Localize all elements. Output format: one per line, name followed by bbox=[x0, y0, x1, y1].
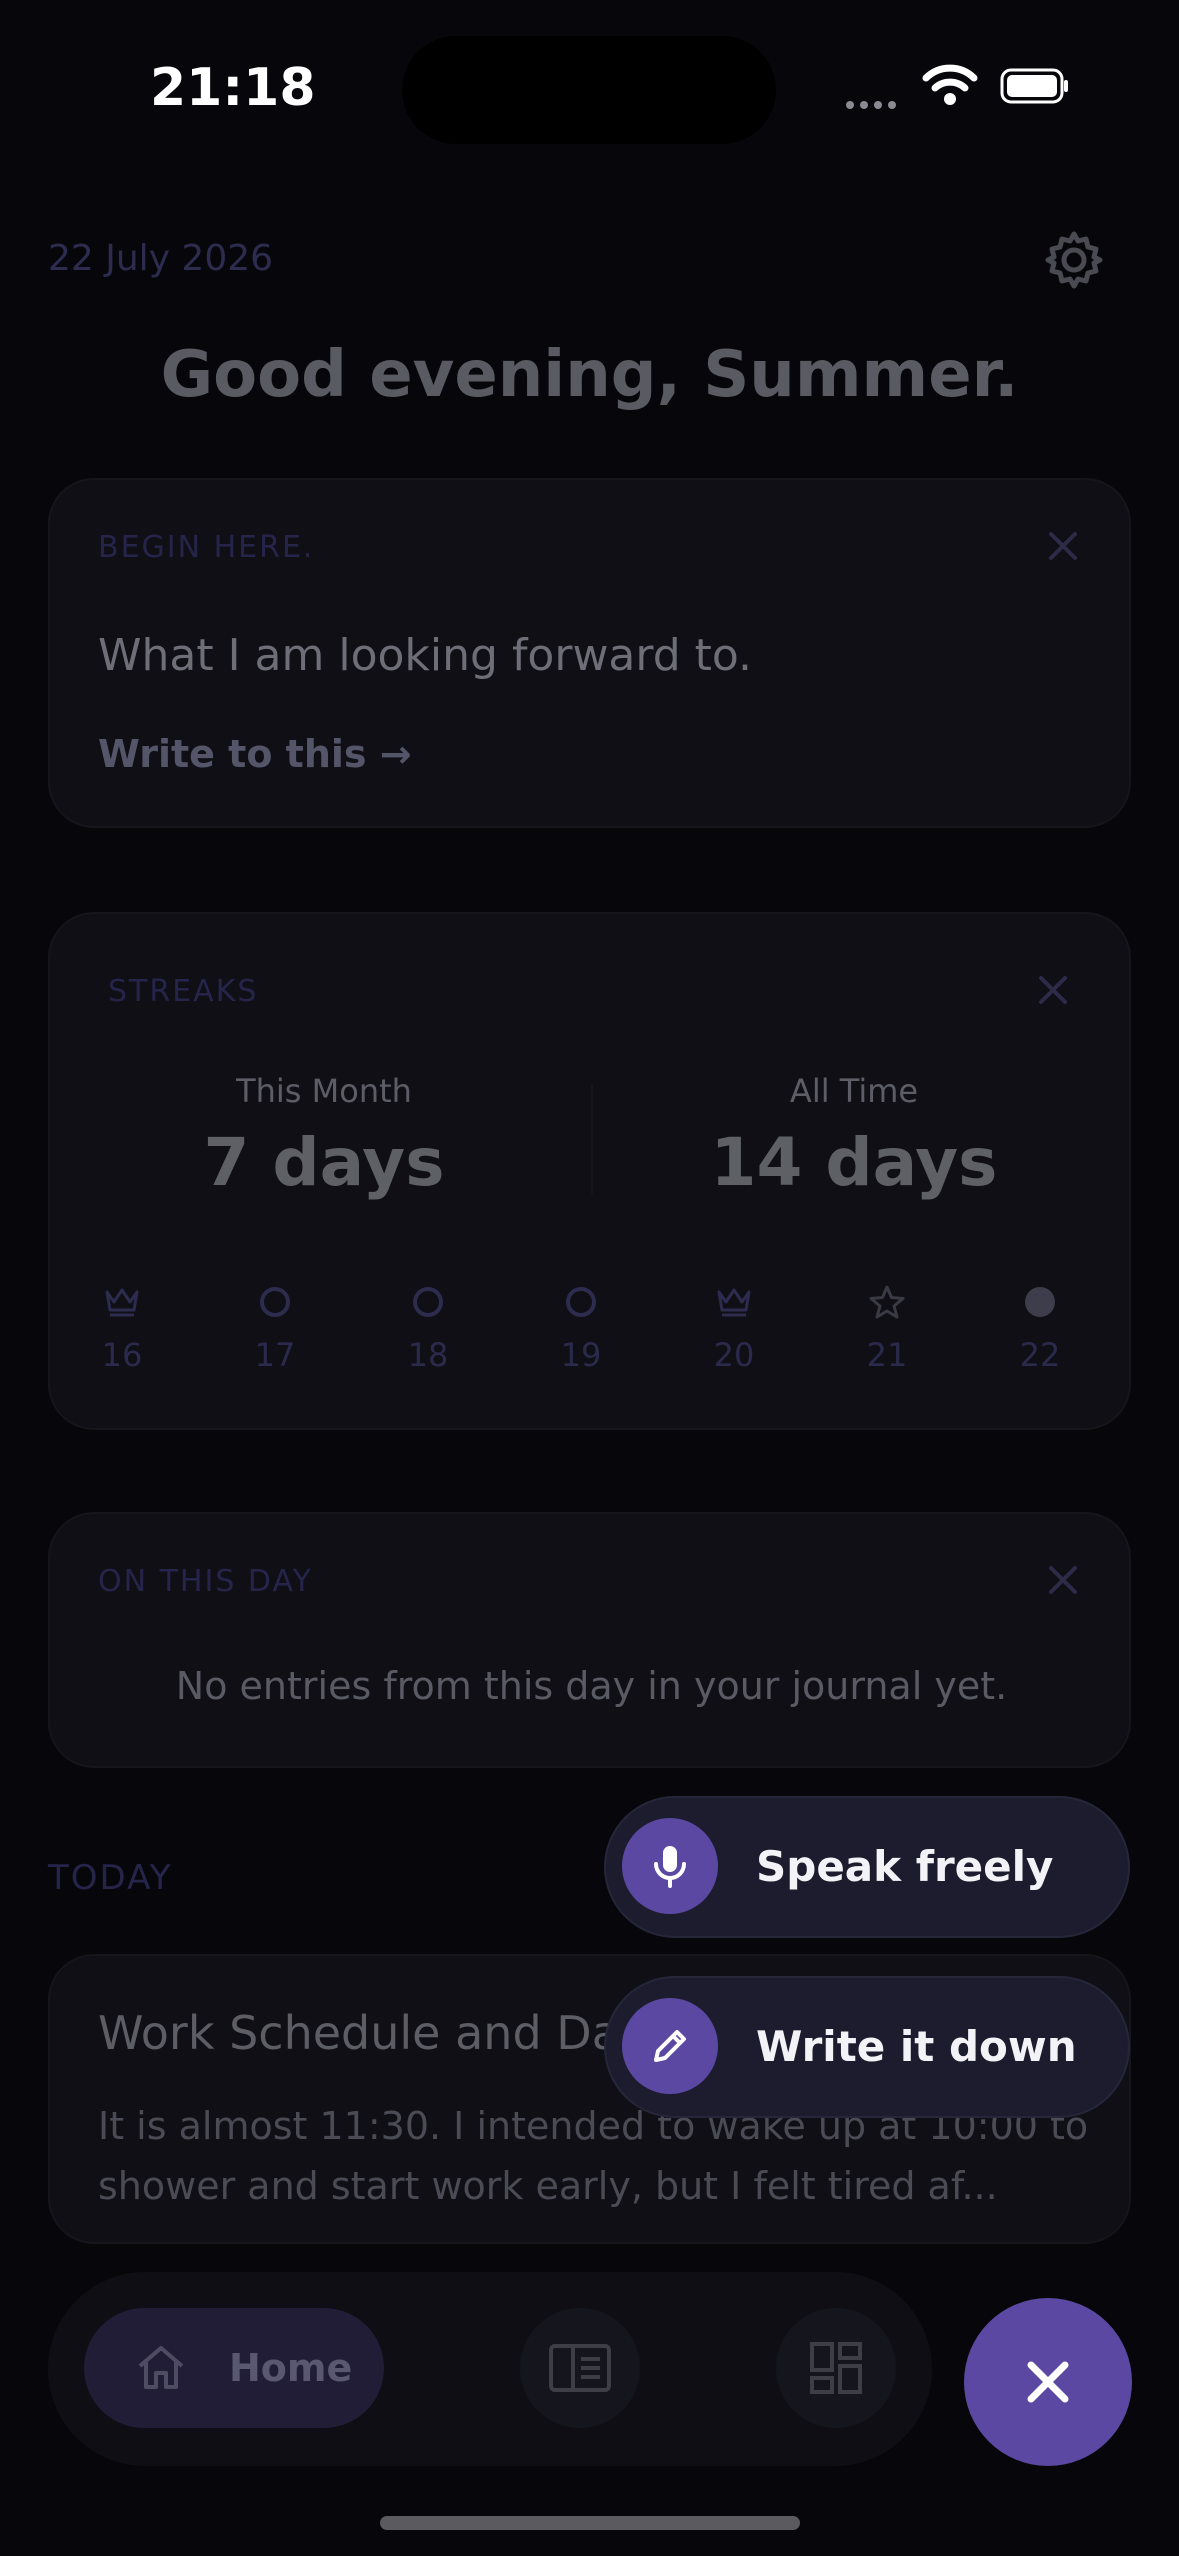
book-icon bbox=[549, 2344, 611, 2392]
streak-all-time: All Time 14 days bbox=[664, 1072, 1044, 1201]
write-it-down-label: Write it down bbox=[756, 2022, 1077, 2071]
streak-day-number: 22 bbox=[1019, 1336, 1061, 1374]
today-section-label: TODAY bbox=[48, 1858, 173, 1898]
dashboard-icon bbox=[810, 2342, 862, 2394]
home-icon bbox=[138, 2346, 184, 2389]
write-to-this-link[interactable]: Write to this → bbox=[98, 732, 412, 776]
circle-outline-icon bbox=[566, 1287, 596, 1317]
star-icon bbox=[869, 1285, 905, 1319]
on-this-day-empty-text: No entries from this day in your journal… bbox=[175, 1664, 1008, 1708]
streaks-card: STREAKS This Month 7 days All Time 14 da… bbox=[48, 912, 1131, 1430]
streak-this-month-label: This Month bbox=[236, 1072, 412, 1110]
streak-day: 21 bbox=[847, 1282, 927, 1374]
microphone-icon bbox=[622, 1818, 718, 1914]
circle-outline-icon bbox=[413, 1287, 443, 1317]
streak-all-time-value: 14 days bbox=[710, 1124, 998, 1201]
close-icon[interactable] bbox=[1035, 972, 1071, 1008]
prompt-card-label: BEGIN HERE. bbox=[98, 530, 315, 565]
prompt-text: What I am looking forward to. bbox=[98, 630, 753, 681]
speak-freely-button[interactable]: Speak freely bbox=[604, 1796, 1130, 1938]
tab-dashboard[interactable] bbox=[776, 2308, 896, 2428]
streak-day: 16 bbox=[82, 1282, 162, 1374]
streak-this-month: This Month 7 days bbox=[134, 1072, 514, 1201]
prompt-card: BEGIN HERE. What I am looking forward to… bbox=[48, 478, 1131, 828]
circle-outline-icon bbox=[260, 1287, 290, 1317]
tab-home-label: Home bbox=[229, 2346, 353, 2390]
on-this-day-card: ON THIS DAY No entries from this day in … bbox=[48, 1512, 1131, 1768]
tab-journal[interactable] bbox=[520, 2308, 640, 2428]
crown-icon bbox=[717, 1288, 751, 1317]
streak-day: 20 bbox=[694, 1282, 774, 1374]
streak-day-number: 19 bbox=[560, 1336, 602, 1374]
battery-icon bbox=[1000, 68, 1068, 104]
streak-day: 17 bbox=[235, 1282, 315, 1374]
write-it-down-button[interactable]: Write it down bbox=[604, 1976, 1130, 2118]
pencil-icon bbox=[622, 1998, 718, 2094]
close-icon[interactable] bbox=[1045, 1562, 1081, 1598]
current-date: 22 July 2026 bbox=[48, 238, 274, 279]
home-indicator[interactable] bbox=[380, 2516, 800, 2530]
streak-day: 22 bbox=[1000, 1282, 1080, 1374]
entry-title: Work Schedule and Da bbox=[98, 2006, 620, 2060]
on-this-day-label: ON THIS DAY bbox=[98, 1564, 313, 1599]
gear-icon[interactable] bbox=[1044, 230, 1104, 290]
streak-this-month-value: 7 days bbox=[203, 1124, 445, 1201]
tab-home[interactable]: Home bbox=[84, 2308, 384, 2428]
status-time: 21:18 bbox=[150, 58, 316, 118]
close-fab-button[interactable] bbox=[964, 2298, 1132, 2466]
streak-day-number: 21 bbox=[866, 1336, 908, 1374]
streaks-label: STREAKS bbox=[108, 974, 259, 1009]
streak-day-number: 18 bbox=[407, 1336, 449, 1374]
greeting-heading: Good evening, Summer. bbox=[160, 338, 1019, 412]
wifi-icon bbox=[922, 64, 978, 105]
speak-freely-label: Speak freely bbox=[756, 1842, 1054, 1891]
streak-all-time-label: All Time bbox=[789, 1072, 919, 1110]
close-icon bbox=[1027, 2361, 1069, 2403]
cellular-signal-icon bbox=[846, 94, 902, 113]
close-icon[interactable] bbox=[1045, 528, 1081, 564]
streak-day-number: 20 bbox=[713, 1336, 755, 1374]
streak-divider bbox=[591, 1084, 593, 1194]
crown-icon bbox=[105, 1288, 139, 1317]
streak-day: 18 bbox=[388, 1282, 468, 1374]
streak-day-number: 17 bbox=[254, 1336, 296, 1374]
streak-day: 19 bbox=[541, 1282, 621, 1374]
circle-filled-icon bbox=[1025, 1287, 1055, 1317]
streak-day-number: 16 bbox=[101, 1336, 143, 1374]
dynamic-island bbox=[402, 36, 776, 144]
tab-bar: Home bbox=[48, 2272, 932, 2466]
